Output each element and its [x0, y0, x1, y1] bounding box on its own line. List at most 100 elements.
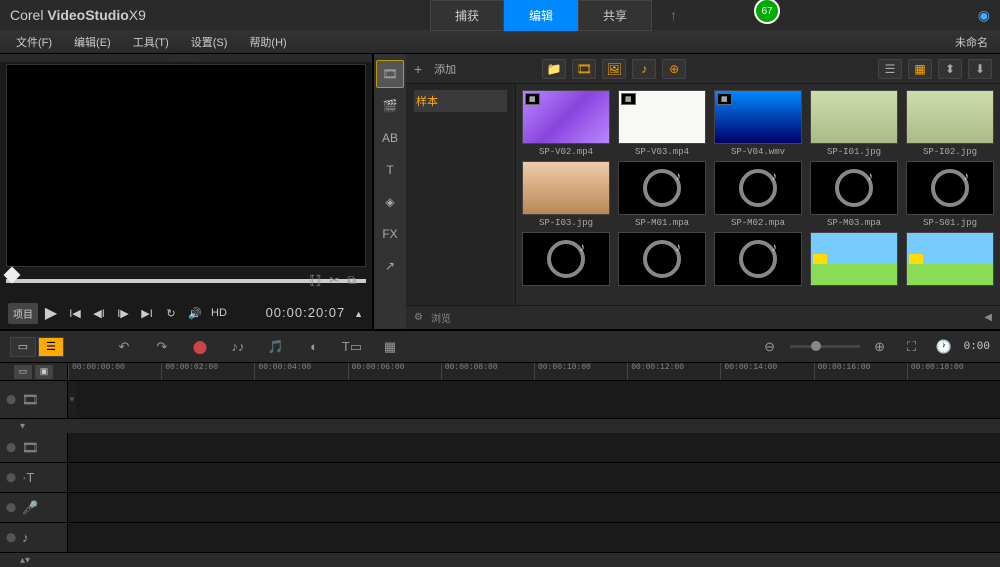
filter-audio-icon[interactable]: ♪ — [632, 59, 656, 79]
voice-track-body[interactable] — [68, 493, 1000, 522]
tab-capture[interactable]: 捕获 — [430, 0, 504, 31]
overlay-track-body[interactable] — [68, 433, 1000, 462]
ruler-tick: 00:00:10:00 — [534, 363, 627, 380]
menu-edit[interactable]: 编辑(E) — [66, 32, 119, 52]
lock-icon[interactable]: ⬤ — [6, 394, 16, 405]
goto-start-button[interactable]: I◀ — [64, 302, 86, 324]
tree-item-sample[interactable]: 样本 — [414, 90, 507, 112]
zoom-in-icon[interactable]: ⊕ — [868, 335, 892, 359]
upload-icon[interactable]: ↑ — [670, 7, 677, 23]
lock-icon[interactable]: ⬤ — [6, 472, 16, 483]
thumbnail-item[interactable]: SP-I03.jpg — [522, 161, 610, 228]
mute-button[interactable]: 🔊 — [184, 302, 206, 324]
filter-image-icon[interactable]: 🖼 — [602, 59, 626, 79]
browse-label[interactable]: 浏览 — [431, 310, 451, 325]
menu-file[interactable]: 文件(F) — [8, 32, 60, 52]
video-track-1-body[interactable] — [76, 381, 1000, 418]
voice-track-header[interactable]: ⬤ 🎤 — [0, 493, 68, 522]
lock-icon[interactable]: ⬤ — [6, 502, 16, 513]
thumbnail-item[interactable]: SP-I01.jpg — [810, 90, 898, 157]
prev-frame-button[interactable]: ◀I — [88, 302, 110, 324]
title-track-header[interactable]: ⬤ ·T — [0, 463, 68, 492]
panel-handle[interactable]: :::::: — [0, 54, 372, 62]
timeline-view-icon[interactable]: ☰ — [38, 337, 64, 357]
thumbnail-item[interactable]: ▦SP-V03.mp4 — [618, 90, 706, 157]
storyboard-view-icon[interactable]: ▭ — [10, 337, 36, 357]
repeat-button[interactable]: ↻ — [160, 302, 182, 324]
ruler-btn-2[interactable]: ▣ — [35, 365, 53, 379]
zoom-slider[interactable] — [790, 345, 860, 348]
menu-settings[interactable]: 设置(S) — [183, 32, 236, 52]
instant-tab-icon[interactable]: 🎬 — [376, 92, 404, 120]
subtitle-icon[interactable]: T▭ — [340, 335, 364, 359]
notification-badge[interactable]: 67 — [754, 0, 780, 24]
track-motion-icon[interactable]: ◐ — [302, 335, 326, 359]
menu-help[interactable]: 帮助(H) — [241, 32, 294, 52]
thumbnail-item[interactable] — [522, 232, 610, 286]
add-icon[interactable]: + — [414, 61, 422, 77]
view-thumb-icon[interactable]: ▦ — [908, 59, 932, 79]
thumbnail-item[interactable]: SP-S01.jpg — [906, 161, 994, 228]
preview-scrubber[interactable]: ⟦⟧ ✂ ⧉ — [6, 273, 366, 293]
auto-music-icon[interactable]: 🎵 — [264, 335, 288, 359]
hd-button[interactable]: HD — [208, 302, 230, 324]
thumbnail-item[interactable]: SP-M02.mpa — [714, 161, 802, 228]
next-frame-button[interactable]: I▶ — [112, 302, 134, 324]
media-tab-icon[interactable]: 🎞 — [376, 60, 404, 88]
thumbnail-item[interactable]: SP-I02.jpg — [906, 90, 994, 157]
view-list-icon[interactable]: ☰ — [878, 59, 902, 79]
filter-other-icon[interactable]: ⊕ — [662, 59, 686, 79]
thumbnail-item[interactable]: SP-M03.mpa — [810, 161, 898, 228]
cut-icon[interactable]: ✂ — [329, 273, 339, 288]
thumbnail-item[interactable]: ▦SP-V02.mp4 — [522, 90, 610, 157]
thumbnail-item[interactable] — [810, 232, 898, 286]
goto-end-button[interactable]: ▶I — [136, 302, 158, 324]
menu-tools[interactable]: 工具(T) — [125, 32, 177, 52]
ruler-btn-1[interactable]: ▭ — [14, 365, 32, 379]
redo-icon[interactable]: ↷ — [150, 335, 174, 359]
thumbnail-item[interactable] — [618, 232, 706, 286]
graphic-tab-icon[interactable]: ◈ — [376, 188, 404, 216]
track-expand[interactable]: ▾ — [0, 419, 1000, 433]
title-track-body[interactable] — [68, 463, 1000, 492]
play-button[interactable]: ▶ — [40, 302, 62, 324]
download-icon[interactable]: ⬇ — [968, 59, 992, 79]
timecode-display[interactable]: 00:00:20:07 ▲ — [266, 305, 364, 321]
add-label[interactable]: 添加 — [428, 61, 462, 77]
track-collapse[interactable]: ▴▾ — [0, 553, 1000, 567]
overlay-track-header[interactable]: ⬤ 🎞 — [0, 433, 68, 462]
tab-edit[interactable]: 编辑 — [504, 0, 578, 31]
video-track-1-header[interactable]: ⬤ 🎞 — [0, 381, 68, 418]
sort-icon[interactable]: ⬍ — [938, 59, 962, 79]
thumbnail-item[interactable]: SP-M01.mpa — [618, 161, 706, 228]
undo-icon[interactable]: ↶ — [112, 335, 136, 359]
audio-mixer-icon[interactable]: ♪♪ — [226, 335, 250, 359]
options-icon[interactable]: ⚙ — [414, 312, 423, 323]
clock-icon[interactable]: 🕐 — [932, 335, 956, 359]
thumbnail-item[interactable] — [906, 232, 994, 286]
lock-icon[interactable]: ⬤ — [6, 442, 16, 453]
mark-in-icon[interactable]: ⟦⟧ — [309, 273, 321, 288]
zoom-out-icon[interactable]: ⊖ — [758, 335, 782, 359]
thumbnail-item[interactable] — [714, 232, 802, 286]
music-track-header[interactable]: ⬤ ♪ — [0, 523, 68, 552]
filter-tab-icon[interactable]: FX — [376, 220, 404, 248]
record-icon[interactable]: ⬤ — [188, 335, 212, 359]
path-tab-icon[interactable]: ↗ — [376, 252, 404, 280]
preview-mode[interactable]: 项目 — [8, 303, 38, 324]
tab-share[interactable]: 共享 — [578, 0, 652, 31]
filter-video-icon[interactable]: 🎞 — [572, 59, 596, 79]
timeline-ruler[interactable]: ▭ ▣ 00:00:00:0000:00:02:0000:00:04:0000:… — [0, 363, 1000, 381]
title-tab-icon[interactable]: T — [376, 156, 404, 184]
globe-icon[interactable]: ◉ — [978, 7, 990, 24]
expand-icon[interactable]: ⧉ — [347, 273, 356, 288]
music-track-body[interactable] — [68, 523, 1000, 552]
fit-icon[interactable]: ⛶ — [900, 335, 924, 359]
lock-icon[interactable]: ⬤ — [6, 532, 16, 543]
folder-icon[interactable]: 📁 — [542, 59, 566, 79]
transition-tab-icon[interactable]: AB — [376, 124, 404, 152]
title-track-icon: ·T — [22, 470, 34, 485]
multicam-icon[interactable]: ▦ — [378, 335, 402, 359]
thumbnail-item[interactable]: ▦SP-V04.wmv — [714, 90, 802, 157]
preview-video[interactable] — [6, 64, 366, 267]
